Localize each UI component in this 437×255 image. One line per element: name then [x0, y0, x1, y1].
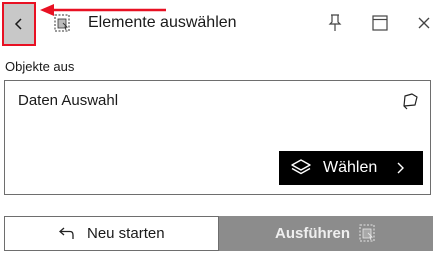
- choose-button[interactable]: Wählen: [279, 151, 423, 185]
- select-elements-icon: [54, 14, 70, 32]
- close-icon[interactable]: [418, 17, 430, 29]
- chevron-left-icon: [14, 18, 22, 30]
- section-label: Objekte aus: [5, 59, 75, 74]
- run-button-label: Ausführen: [275, 225, 350, 242]
- choose-button-label: Wählen: [323, 159, 378, 176]
- layers-icon: [291, 159, 311, 175]
- data-selection-panel: Daten Auswahl Wählen: [4, 80, 431, 195]
- restart-button[interactable]: Neu starten: [4, 216, 219, 251]
- undo-arrow-icon: [59, 227, 74, 239]
- maximize-icon[interactable]: [372, 15, 388, 31]
- run-button[interactable]: Ausführen: [219, 216, 433, 251]
- header-bar: Elemente auswählen: [0, 0, 437, 50]
- panel-title: Daten Auswahl: [18, 92, 119, 109]
- page-title: Elemente auswählen: [88, 14, 237, 31]
- restart-button-label: Neu starten: [87, 225, 165, 242]
- lasso-select-icon[interactable]: [401, 92, 419, 110]
- select-elements-icon: [359, 224, 375, 242]
- chevron-right-icon: [397, 162, 404, 174]
- pin-icon[interactable]: [327, 14, 343, 32]
- back-button[interactable]: [2, 2, 36, 46]
